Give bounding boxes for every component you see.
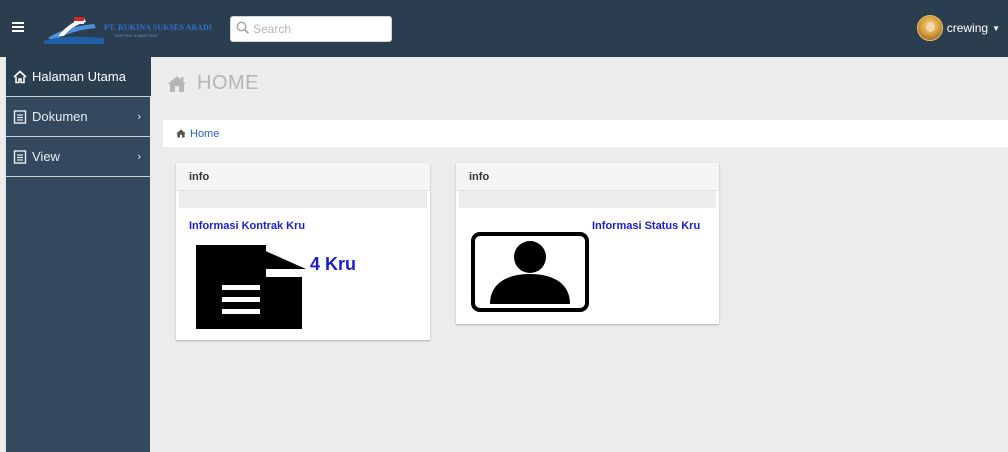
info-card-status: info Informasi Status Kru <box>456 163 719 324</box>
user-menu[interactable]: crewing ▼ <box>916 14 1000 42</box>
home-icon <box>176 129 186 138</box>
breadcrumb-home-link[interactable]: Home <box>190 128 219 140</box>
sidebar-item-halaman-utama[interactable]: Halaman Utama <box>6 57 151 97</box>
sidebar-item-label: Dokumen <box>32 109 88 124</box>
user-name: crewing <box>946 21 989 35</box>
sidebar-item-label: Halaman Utama <box>32 69 126 84</box>
card-header: info <box>176 163 430 191</box>
card-header: info <box>456 163 719 191</box>
menu-toggle-icon[interactable] <box>12 22 24 32</box>
page-title: HOME <box>167 72 259 95</box>
caret-down-icon: ▼ <box>992 23 1000 33</box>
avatar <box>916 15 943 41</box>
company-name: PT. RUKINA SUKSES ABADI <box>104 23 212 32</box>
document-icon <box>13 109 27 124</box>
search-input[interactable] <box>253 19 387 39</box>
file-corner-icon <box>252 245 306 269</box>
sidebar-item-label: View <box>32 149 60 164</box>
company-logo[interactable]: PT. RUKINA SUKSES ABADI SHIPPING & MARIT… <box>44 14 214 44</box>
search-box <box>230 16 392 42</box>
info-card-kontrak: info Informasi Kontrak Kru 4 Kru <box>176 163 430 340</box>
breadcrumb[interactable]: Home <box>163 120 1008 147</box>
chevron-right-icon: › <box>137 151 141 163</box>
sidebar: Halaman Utama Dokumen › View › <box>5 57 151 452</box>
search-icon <box>236 21 250 35</box>
home-icon <box>13 69 27 83</box>
user-card-icon <box>471 232 589 312</box>
logo-ship-icon <box>44 17 104 44</box>
sidebar-item-view[interactable]: View › <box>6 137 151 177</box>
chevron-right-icon: › <box>137 111 141 123</box>
top-navbar: PT. RUKINA SUKSES ABADI SHIPPING & MARIT… <box>0 0 1008 57</box>
page-title-text: HOME <box>197 72 259 94</box>
company-tagline: SHIPPING & MARITIME <box>114 33 158 38</box>
sidebar-item-dokumen[interactable]: Dokumen › <box>6 97 151 137</box>
document-icon <box>13 149 27 164</box>
kontrak-kru-link[interactable]: Informasi Kontrak Kru <box>189 220 305 232</box>
home-icon <box>168 75 186 92</box>
status-kru-link[interactable]: Informasi Status Kru <box>592 220 700 232</box>
kontrak-kru-count: 4 Kru <box>310 254 357 274</box>
